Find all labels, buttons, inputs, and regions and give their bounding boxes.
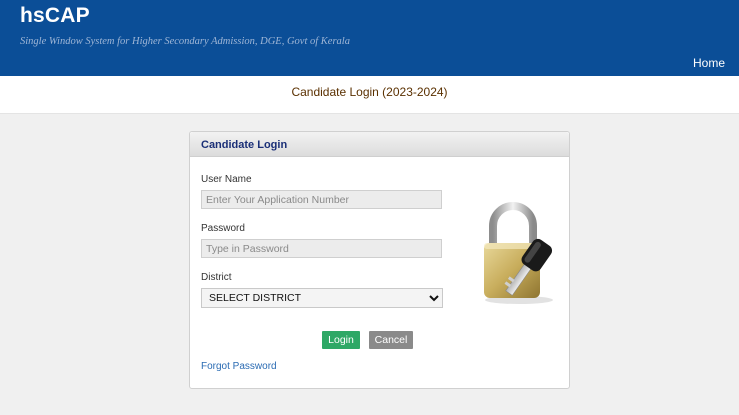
login-button[interactable]: Login xyxy=(322,331,360,349)
forgot-password-link[interactable]: Forgot Password xyxy=(201,361,277,372)
page-title: Candidate Login (2023-2024) xyxy=(291,85,448,99)
login-card-header: Candidate Login xyxy=(190,132,569,157)
password-input[interactable] xyxy=(201,239,442,258)
username-label: User Name xyxy=(201,174,252,185)
top-header: hsCAP Single Window System for Higher Se… xyxy=(0,0,739,76)
district-label: District xyxy=(201,272,232,283)
username-input[interactable] xyxy=(201,190,442,209)
cancel-button[interactable]: Cancel xyxy=(369,331,413,349)
brand-logo-text: hsCAP xyxy=(20,4,90,27)
padlock-and-key-icon xyxy=(484,202,553,304)
page-heading-bar: Candidate Login (2023-2024) xyxy=(0,76,739,114)
brand-tagline: Single Window System for Higher Secondar… xyxy=(20,36,350,47)
login-card: Candidate Login User Name Password Distr… xyxy=(189,131,570,389)
password-label: Password xyxy=(201,223,245,234)
home-link[interactable]: Home xyxy=(693,56,725,70)
district-select[interactable]: SELECT DISTRICT xyxy=(201,288,443,308)
login-card-title: Candidate Login xyxy=(201,139,288,151)
